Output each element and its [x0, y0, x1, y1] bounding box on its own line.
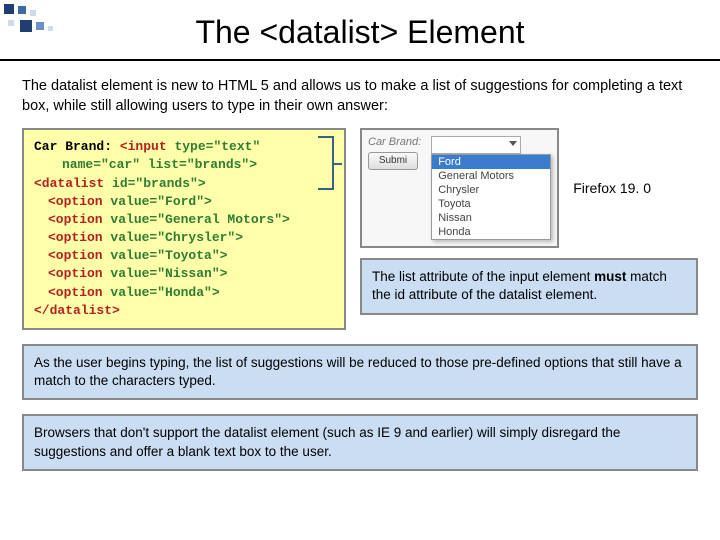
demo-dropdown-list[interactable]: FordGeneral MotorsChryslerToyotaNissanHo… — [431, 154, 551, 240]
dropdown-option[interactable]: Toyota — [432, 197, 550, 211]
code-tag: <input — [120, 139, 167, 154]
dropdown-option[interactable]: Nissan — [432, 211, 550, 225]
code-attr: type="text" — [167, 139, 261, 154]
code-option-line: <option value="General Motors"> — [34, 211, 334, 229]
code-attr: id="brands"> — [104, 176, 205, 191]
code-tag: <option — [48, 285, 103, 300]
demo-text-input[interactable] — [431, 136, 521, 154]
note-browser-support: Browsers that don't support the datalist… — [22, 414, 698, 470]
code-tag: <datalist — [34, 176, 104, 191]
code-example-box: Car Brand: <input type="text" name="car"… — [22, 128, 346, 330]
code-attr: value="Nissan"> — [103, 266, 228, 281]
code-tag: <option — [48, 212, 103, 227]
note-bold: must — [594, 269, 626, 284]
dropdown-option[interactable]: Ford — [432, 155, 550, 169]
brace-decoration — [318, 136, 338, 190]
code-attr: value="Chrysler"> — [103, 230, 243, 245]
intro-paragraph: The datalist element is new to HTML 5 an… — [0, 61, 720, 128]
code-option-line: <option value="Ford"> — [34, 193, 334, 211]
code-option-line: <option value="Chrysler"> — [34, 229, 334, 247]
code-attr: name="car" list="brands"> — [62, 157, 257, 172]
corner-decoration — [0, 0, 140, 60]
code-option-line: <option value="Nissan"> — [34, 265, 334, 283]
browser-version-label: Firefox 19. 0 — [567, 180, 651, 196]
note-list-id-match: The list attribute of the input element … — [360, 258, 698, 314]
dropdown-caret-icon — [509, 141, 517, 146]
code-option-line: <option value="Toyota"> — [34, 247, 334, 265]
browser-demo-box: Car Brand: Submi FordGeneral MotorsChrys… — [360, 128, 559, 248]
code-tag: <option — [48, 194, 103, 209]
demo-field-label: Car Brand: — [368, 136, 421, 148]
code-text: Car Brand: — [34, 139, 120, 154]
code-option-line: <option value="Honda"> — [34, 284, 334, 302]
code-close-tag: </datalist> — [34, 303, 120, 318]
note-text: The list attribute of the input element — [372, 269, 594, 284]
code-attr: value="Honda"> — [103, 285, 220, 300]
code-tag: <option — [48, 230, 103, 245]
code-attr: value="Toyota"> — [103, 248, 228, 263]
dropdown-option[interactable]: Honda — [432, 225, 550, 239]
code-attr: value="General Motors"> — [103, 212, 290, 227]
dropdown-option[interactable]: General Motors — [432, 169, 550, 183]
code-attr: value="Ford"> — [103, 194, 212, 209]
demo-submit-button[interactable]: Submi — [368, 152, 418, 170]
code-tag: <option — [48, 248, 103, 263]
dropdown-option[interactable]: Chrysler — [432, 183, 550, 197]
code-tag: <option — [48, 266, 103, 281]
note-typing-filter: As the user begins typing, the list of s… — [22, 344, 698, 400]
